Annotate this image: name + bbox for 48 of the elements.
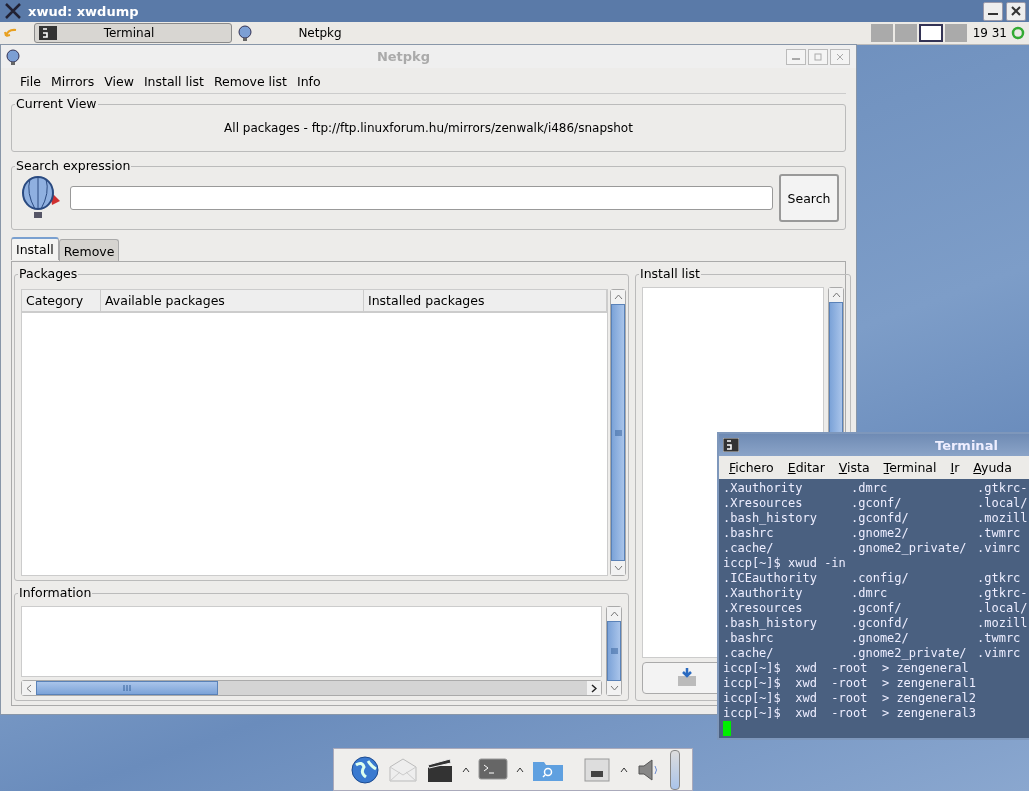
file-name: .config/ (851, 571, 910, 586)
file-name: .cache/ (723, 541, 775, 556)
file-name: .gtkrc (977, 571, 1022, 586)
file-name: .gnome2_private/ (851, 646, 968, 661)
group-label: Search expression (15, 158, 132, 173)
window-title: Terminal (935, 437, 998, 453)
file-name: .bashrc (723, 631, 775, 646)
file-name: .gnome2_private/ (851, 541, 968, 556)
file-name: .local/ (977, 496, 1029, 511)
file-name: .vimrc (977, 541, 1022, 556)
file-name: .dmrc (851, 481, 889, 496)
file-name: .mozill (977, 616, 1029, 631)
file-name: .local/ (977, 601, 1029, 616)
file-name: .gtkrc- (977, 586, 1029, 601)
file-name: .Xresources (723, 601, 804, 616)
window-title: Netpkg (375, 49, 432, 64)
command-line: iccp[~]$ xwd -root > zengeneral (723, 661, 970, 676)
file-name: .Xauthority (723, 481, 804, 496)
file-name: .gconfd/ (851, 616, 910, 631)
clock: 19 31 (972, 26, 1007, 40)
command-line: iccp[~]$ xwd -root > zengeneral2 (723, 691, 977, 706)
file-name: .twmrc (977, 631, 1022, 646)
command-line: iccp[~]$ xwd -root > zengeneral1 (723, 676, 977, 691)
file-name: .gnome2/ (851, 631, 910, 646)
file-name: .mozill (977, 511, 1029, 526)
file-name: .dmrc (851, 586, 889, 601)
file-name: .gtkrc- (977, 481, 1029, 496)
file-name: .gconfd/ (851, 511, 910, 526)
file-name: .twmrc (977, 526, 1022, 541)
group-label: Information (18, 585, 93, 600)
current-view-text: All packages - ftp://ftp.linuxforum.hu/mirrors/zenwalk/i486/snapshot (224, 121, 633, 135)
file-name: .Xresources (723, 496, 804, 511)
window-title: xwud: xwdump (28, 3, 139, 19)
file-name: .gconf/ (851, 496, 903, 511)
file-name: .bash_history (723, 616, 818, 631)
command-line: iccp[~]$ xwud -in (723, 556, 847, 571)
file-name: .bashrc (723, 526, 775, 541)
group-label: Install list (639, 266, 701, 281)
command-line: iccp[~]$ xwd -root > zengeneral3 (723, 706, 977, 721)
group-label: Current View (15, 96, 98, 111)
file-name: .vimrc (977, 646, 1022, 661)
file-name: .gconf/ (851, 601, 903, 616)
group-label: Packages (18, 266, 79, 281)
file-name: .Xauthority (723, 586, 804, 601)
file-name: .cache/ (723, 646, 775, 661)
file-name: .gnome2/ (851, 526, 910, 541)
file-name: .bash_history (723, 511, 818, 526)
file-name: .ICEauthority (723, 571, 818, 586)
